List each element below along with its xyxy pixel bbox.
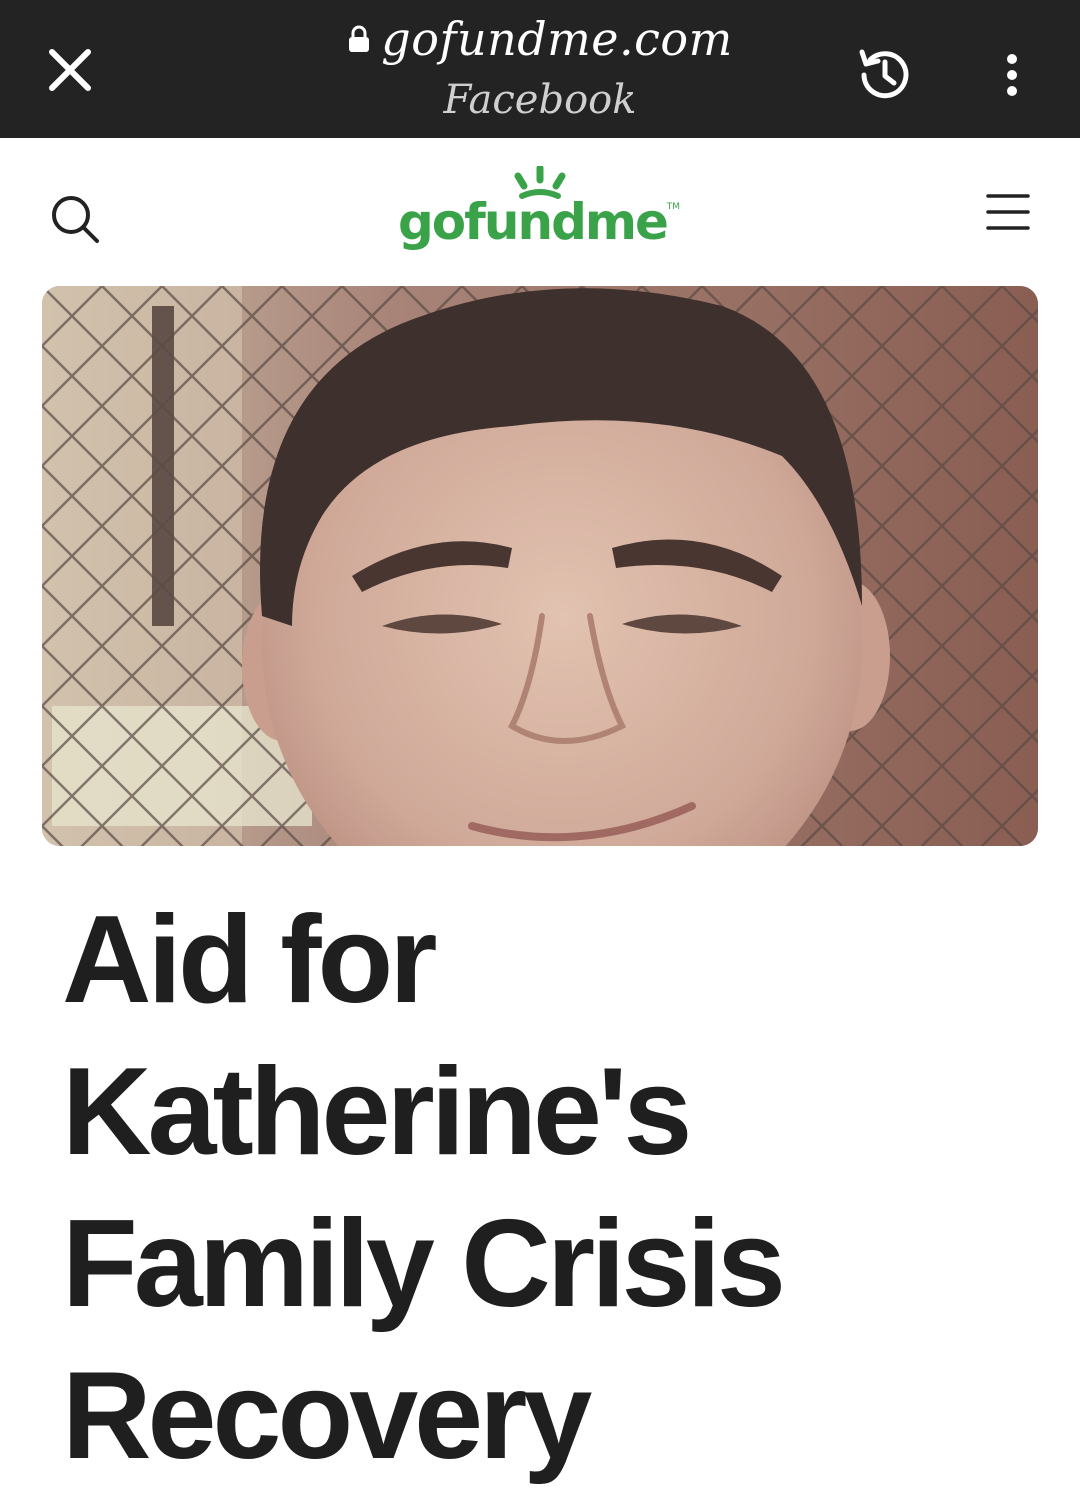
more-vertical-icon [1007, 54, 1017, 96]
search-button[interactable] [40, 184, 110, 254]
campaign-title-line: Katherine's [62, 1043, 692, 1181]
search-icon [52, 196, 99, 243]
close-icon [49, 49, 91, 91]
campaign-title: Aid for Katherine's Family Crisis Recove… [62, 884, 962, 1492]
logo-wordmark: gofundme [398, 193, 669, 251]
campaign-title-line: Aid for [62, 891, 438, 1029]
logo-trademark: TM [666, 202, 680, 212]
close-button[interactable] [30, 30, 110, 110]
campaign-photo[interactable] [42, 286, 1038, 846]
browser-toolbar: gofundme.com Facebook [0, 0, 1080, 138]
campaign-title-line: Recovery [62, 1347, 592, 1485]
site-header: gofundme TM [0, 138, 1080, 286]
url-text: gofundme.com [381, 12, 733, 66]
lock-icon [349, 25, 370, 52]
address-area[interactable]: gofundme.com Facebook [240, 6, 840, 128]
menu-button[interactable] [972, 182, 1044, 242]
history-button[interactable] [846, 36, 924, 114]
history-icon [859, 49, 909, 99]
campaign-title-line: Family Crisis [62, 1195, 786, 1333]
hamburger-menu-icon [986, 194, 1030, 230]
referrer-text: Facebook [443, 77, 637, 123]
campaign-photo-illustration [42, 286, 1038, 846]
more-options-button[interactable] [986, 36, 1038, 114]
gofundme-logo[interactable]: gofundme TM [398, 164, 688, 264]
